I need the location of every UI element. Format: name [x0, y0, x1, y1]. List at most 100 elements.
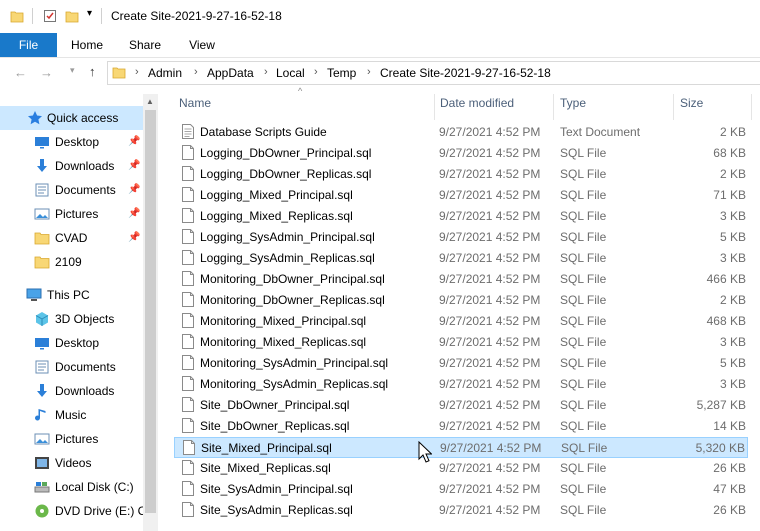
local-disk-icon [34, 479, 50, 495]
properties-icon[interactable] [43, 9, 57, 26]
nav-pc-dvd-drive[interactable]: DVD Drive (E:) CV [0, 499, 154, 523]
file-date: 9/27/2021 4:52 PM [439, 272, 541, 286]
file-size: 3 KB [719, 335, 746, 349]
breadcrumb-temp[interactable]: Temp [327, 66, 356, 80]
file-type: SQL File [560, 335, 607, 349]
window-title: Create Site-2021-9-27-16-52-18 [111, 9, 282, 23]
nav-quick-cvad[interactable]: CVAD 📌 [0, 226, 143, 250]
recent-locations-chevron-icon[interactable]: ▾ [70, 65, 75, 76]
sql-file-icon [182, 355, 194, 370]
up-arrow-icon[interactable]: ↑ [89, 64, 96, 79]
folder-icon [34, 254, 50, 270]
table-row[interactable]: Logging_SysAdmin_Principal.sql 9/27/2021 … [174, 227, 748, 248]
file-size: 2 KB [719, 293, 746, 307]
table-row[interactable]: Site_DbOwner_Replicas.sql 9/27/2021 4:52 … [174, 416, 748, 437]
file-date: 9/27/2021 4:52 PM [439, 335, 541, 349]
file-date: 9/27/2021 4:52 PM [439, 251, 541, 265]
sql-file-icon [182, 397, 194, 412]
nav-pc-desktop[interactable]: Desktop [0, 331, 143, 355]
table-row[interactable]: Logging_Mixed_Principal.sql 9/27/2021 4:5… [174, 185, 748, 206]
column-header-name[interactable]: Name [179, 96, 211, 110]
documents-icon [34, 182, 50, 198]
table-row[interactable]: Logging_DbOwner_Principal.sql 9/27/2021 4… [174, 143, 748, 164]
file-date: 9/27/2021 4:52 PM [439, 209, 541, 223]
file-size: 14 KB [713, 419, 746, 433]
column-header-type[interactable]: Type [560, 96, 586, 110]
title-bar: ▾ Create Site-2021-9-27-16-52-18 [0, 0, 760, 33]
sql-file-icon [182, 208, 194, 223]
star-icon [27, 110, 43, 126]
table-row[interactable]: Logging_Mixed_Replicas.sql 9/27/2021 4:52… [174, 206, 748, 227]
sql-file-icon [182, 271, 194, 286]
breadcrumb-appdata[interactable]: AppData [207, 66, 254, 80]
tab-home[interactable]: Home [62, 33, 112, 57]
sql-file-icon [182, 313, 194, 328]
breadcrumb-admin[interactable]: Admin [148, 66, 182, 80]
file-name: Database Scripts Guide [200, 125, 327, 139]
table-row[interactable]: Site_Mixed_Principal.sql 9/27/2021 4:52 P… [174, 437, 748, 458]
nav-quick-2109[interactable]: 2109 [0, 250, 143, 274]
nav-pc-videos[interactable]: Videos [0, 451, 143, 475]
file-name: Monitoring_DbOwner_Principal.sql [200, 272, 385, 286]
table-row[interactable]: Monitoring_SysAdmin_Principal.sql 9/27/20… [174, 353, 748, 374]
table-row[interactable]: Logging_SysAdmin_Replicas.sql 9/27/2021 4… [174, 248, 748, 269]
new-folder-icon[interactable] [65, 9, 79, 26]
tab-view[interactable]: View [177, 33, 227, 57]
column-header-date[interactable]: Date modified [440, 96, 514, 110]
nav-pc-downloads[interactable]: Downloads [0, 379, 143, 403]
file-date: 9/27/2021 4:52 PM [439, 188, 541, 202]
tab-file[interactable]: File [0, 33, 57, 57]
file-name: Monitoring_Mixed_Principal.sql [200, 314, 367, 328]
file-size: 5,320 KB [695, 441, 745, 455]
table-row[interactable]: Monitoring_DbOwner_Replicas.sql 9/27/2021… [174, 290, 748, 311]
table-row[interactable]: Monitoring_SysAdmin_Replicas.sql 9/27/202… [174, 374, 748, 395]
file-size: 26 KB [713, 503, 746, 517]
table-row[interactable]: Monitoring_Mixed_Principal.sql 9/27/2021 … [174, 311, 748, 332]
nav-quick-pictures[interactable]: Pictures 📌 [0, 202, 143, 226]
file-date: 9/27/2021 4:52 PM [439, 167, 541, 181]
nav-quick-downloads[interactable]: Downloads 📌 [0, 154, 143, 178]
file-type: SQL File [560, 230, 607, 244]
table-row[interactable]: Site_SysAdmin_Principal.sql 9/27/2021 4:5… [174, 479, 748, 500]
nav-quick-access[interactable]: Quick access [0, 106, 143, 130]
navigation-scrollbar-thumb[interactable] [145, 110, 156, 513]
nav-quick-documents[interactable]: Documents 📌 [0, 178, 143, 202]
computer-icon [26, 287, 42, 303]
forward-arrow-icon[interactable]: → [40, 65, 53, 80]
desktop-icon [34, 335, 50, 351]
file-type: SQL File [560, 503, 607, 517]
back-arrow-icon[interactable]: ← [14, 65, 27, 80]
breadcrumb-local[interactable]: Local [276, 66, 305, 80]
file-date: 9/27/2021 4:52 PM [439, 314, 541, 328]
nav-quick-desktop[interactable]: Desktop 📌 [0, 130, 143, 154]
file-name: Logging_DbOwner_Principal.sql [200, 146, 372, 160]
pin-icon: 📌 [128, 136, 141, 147]
nav-this-pc[interactable]: This PC [0, 283, 143, 307]
file-name: Site_DbOwner_Principal.sql [200, 398, 350, 412]
table-row[interactable]: Site_Mixed_Replicas.sql 9/27/2021 4:52 PM… [174, 458, 748, 479]
documents-icon [34, 359, 50, 375]
customize-toolbar-icon[interactable]: ▾ [87, 8, 92, 19]
file-size: 3 KB [719, 209, 746, 223]
table-row[interactable]: Logging_DbOwner_Replicas.sql 9/27/2021 4:… [174, 164, 748, 185]
nav-pc-music[interactable]: Music [0, 403, 143, 427]
nav-pc-documents[interactable]: Documents [0, 355, 143, 379]
sql-file-icon [182, 166, 194, 181]
table-row[interactable]: Database Scripts Guide 9/27/2021 4:52 PM T… [174, 122, 748, 143]
file-name: Site_Mixed_Principal.sql [201, 441, 332, 455]
table-row[interactable]: Site_SysAdmin_Replicas.sql 9/27/2021 4:52… [174, 500, 748, 521]
table-row[interactable]: Monitoring_DbOwner_Principal.sql 9/27/202… [174, 269, 748, 290]
column-header-size[interactable]: Size [680, 96, 703, 110]
music-icon [34, 407, 50, 423]
file-name: Site_Mixed_Replicas.sql [200, 461, 331, 475]
nav-pc-pictures[interactable]: Pictures [0, 427, 143, 451]
breadcrumb-current-folder[interactable]: Create Site-2021-9-27-16-52-18 [380, 66, 551, 80]
file-type: SQL File [560, 461, 607, 475]
nav-pc-local-disk[interactable]: Local Disk (C:) [0, 475, 143, 499]
scroll-up-arrow-icon[interactable]: ▲ [146, 97, 154, 106]
pin-icon: 📌 [128, 160, 141, 171]
table-row[interactable]: Monitoring_Mixed_Replicas.sql 9/27/2021 4… [174, 332, 748, 353]
nav-pc-3d-objects[interactable]: 3D Objects [0, 307, 143, 331]
table-row[interactable]: Site_DbOwner_Principal.sql 9/27/2021 4:52… [174, 395, 748, 416]
tab-share[interactable]: Share [120, 33, 170, 57]
